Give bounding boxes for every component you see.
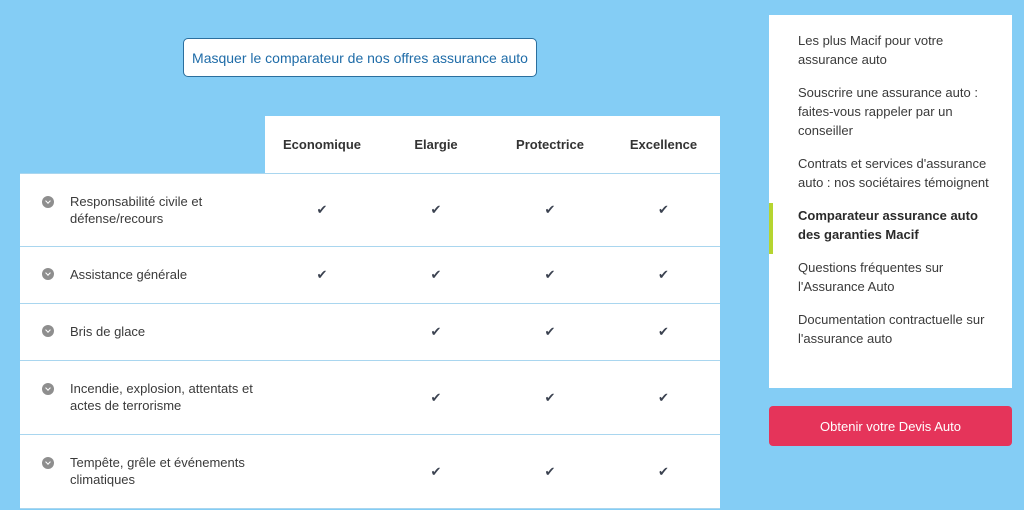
table-row[interactable]: Tempête, grêle et événements climatiques… [20, 435, 720, 509]
sidebar-nav: Les plus Macif pour votre assurance auto… [769, 15, 1012, 388]
check-icon: ✔ [430, 389, 442, 405]
sidebar-item-comparateur[interactable]: Comparateur assurance auto des garanties… [769, 203, 1012, 254]
check-icon: ✔ [430, 202, 442, 217]
check-icon: ✔ [544, 463, 556, 479]
column-header-protectrice: Protectrice [516, 137, 584, 152]
check-icon [265, 304, 379, 360]
check-icon: ✔ [544, 324, 556, 339]
check-icon: ✔ [658, 202, 669, 217]
get-quote-button[interactable]: Obtenir votre Devis Auto [769, 406, 1012, 446]
table-row[interactable]: Incendie, explosion, attentats et actes … [20, 361, 720, 435]
sidebar-item-les-plus-macif[interactable]: Les plus Macif pour votre assurance auto [769, 31, 1012, 69]
row-label: Tempête, grêle et événements climatiques [70, 455, 245, 487]
check-icon [265, 361, 379, 434]
row-label: Assistance générale [70, 267, 188, 282]
check-icon [265, 435, 379, 508]
chevron-down-icon[interactable] [42, 268, 54, 280]
check-icon: ✔ [316, 267, 328, 282]
table-body: Responsabilité civile et défense/recours… [20, 173, 720, 509]
check-icon: ✔ [544, 202, 556, 217]
table-row[interactable]: Assistance générale ✔ ✔ ✔ ✔ [20, 247, 720, 304]
check-icon: ✔ [658, 324, 669, 339]
check-icon: ✔ [658, 463, 669, 479]
table-row[interactable]: Responsabilité civile et défense/recours… [20, 174, 720, 247]
row-label: Incendie, explosion, attentats et actes … [70, 381, 253, 413]
table-row[interactable]: Bris de glace ✔ ✔ ✔ [20, 304, 720, 361]
comparison-table: Economique Elargie Protectrice Excellenc… [20, 116, 720, 510]
row-label: Bris de glace [70, 324, 146, 339]
column-header-elargie: Elargie [414, 137, 458, 152]
check-icon: ✔ [430, 324, 442, 339]
chevron-down-icon[interactable] [42, 457, 54, 469]
sidebar-item-faq[interactable]: Questions fréquentes sur l'Assurance Aut… [769, 258, 1012, 296]
column-header-excellence: Excellence [629, 137, 698, 152]
chevron-down-icon[interactable] [42, 196, 54, 208]
column-header-economique: Economique [282, 137, 361, 152]
chevron-down-icon[interactable] [42, 325, 54, 337]
row-label-cell[interactable]: Bris de glace [20, 304, 265, 360]
sidebar-item-documentation[interactable]: Documentation contractuelle sur l'assura… [769, 310, 1012, 348]
row-label-cell[interactable]: Assistance générale [20, 247, 265, 303]
hide-comparator-button[interactable]: Masquer le comparateur de nos offres ass… [183, 38, 537, 77]
check-icon: ✔ [544, 267, 556, 282]
check-icon: ✔ [658, 389, 669, 405]
table-header: Economique Elargie Protectrice Excellenc… [265, 116, 720, 173]
check-icon: ✔ [658, 267, 669, 282]
row-label: Responsabilité civile et défense/recours [70, 194, 203, 226]
check-icon: ✔ [544, 389, 556, 405]
check-icon: ✔ [316, 202, 328, 217]
check-icon: ✔ [430, 463, 442, 479]
check-icon: ✔ [430, 267, 442, 282]
row-label-cell[interactable]: Incendie, explosion, attentats et actes … [20, 361, 265, 434]
row-label-cell[interactable]: Responsabilité civile et défense/recours [20, 174, 265, 246]
row-label-cell[interactable]: Tempête, grêle et événements climatiques [20, 435, 265, 508]
sidebar-item-souscrire[interactable]: Souscrire une assurance auto : faites-vo… [769, 83, 1012, 140]
sidebar-item-temoignages[interactable]: Contrats et services d'assurance auto : … [769, 154, 1012, 192]
chevron-down-icon[interactable] [42, 383, 54, 395]
